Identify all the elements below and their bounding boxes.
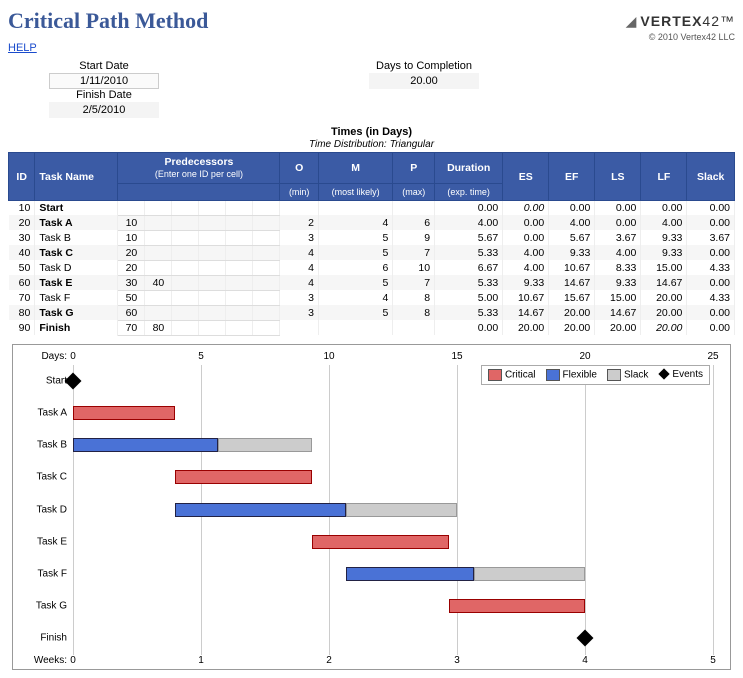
col-task: Task Name [35, 153, 118, 201]
gantt-bar-critical [449, 599, 585, 613]
table-row[interactable]: 60Task E30404575.339.3314.679.3314.670.0… [9, 275, 735, 290]
logo: ◢ VERTEX42™ [626, 13, 735, 30]
axis-days-label: Days: [21, 351, 67, 362]
time-dist-value: Triangular [390, 139, 434, 150]
cpm-table[interactable]: ID Task Name Predecessors(Enter one ID p… [8, 152, 735, 336]
table-row[interactable]: 70Task F503485.0010.6715.6715.0020.004.3… [9, 290, 735, 305]
chart-row-label: Start [21, 375, 67, 386]
event-diamond-icon [577, 630, 594, 647]
col-m: M [318, 153, 392, 184]
col-lf: LF [641, 153, 687, 201]
finish-date-value: 2/5/2010 [49, 102, 159, 118]
col-m-sub: (most likely) [318, 184, 392, 201]
page-title: Critical Path Method [8, 8, 208, 34]
help-link[interactable]: HELP [8, 42, 37, 54]
gantt-bar-slack [218, 438, 312, 452]
chart-row-label: Task G [21, 601, 67, 612]
table-row[interactable]: 50Task D2046106.674.0010.678.3315.004.33 [9, 260, 735, 275]
col-ef: EF [549, 153, 595, 201]
chart-row-label: Task E [21, 536, 67, 547]
event-diamond-icon [65, 372, 82, 389]
chart-row-label: Task F [21, 568, 67, 579]
table-row[interactable]: 40Task C204575.334.009.334.009.330.00 [9, 245, 735, 260]
gantt-bar-critical [312, 535, 449, 549]
gantt-bar-slack [346, 503, 457, 517]
times-title: Times (in Days) [331, 126, 412, 138]
chart-row-label: Task C [21, 472, 67, 483]
gantt-bar-slack [474, 567, 585, 581]
col-o: O [280, 153, 319, 184]
col-ls: LS [595, 153, 641, 201]
chart-row-label: Task B [21, 440, 67, 451]
time-dist-label: Time Distribution: [309, 139, 387, 150]
gantt-chart: Days: 0510152025 StartTask ATask BTask C… [12, 344, 731, 670]
chart-row-label: Finish [21, 633, 67, 644]
logo-text: VERTEX42™ [640, 13, 735, 29]
table-row[interactable]: 30Task B103595.670.005.673.679.333.67 [9, 230, 735, 245]
axis-weeks-label: Weeks: [21, 655, 67, 666]
finish-date-label: Finish Date [76, 89, 132, 101]
legend: Critical Flexible Slack Events [481, 365, 710, 385]
logo-icon: ◢ [626, 13, 637, 30]
gantt-bar-flexible [73, 438, 218, 452]
col-dur: Duration [435, 153, 503, 184]
table-row[interactable]: 80Task G603585.3314.6720.0014.6720.000.0… [9, 305, 735, 320]
col-es: ES [503, 153, 549, 201]
col-id: ID [9, 153, 35, 201]
gantt-bar-critical [73, 406, 175, 420]
table-row[interactable]: 90Finish70800.0020.0020.0020.0020.000.00 [9, 320, 735, 335]
days-completion-label: Days to Completion [376, 60, 472, 72]
table-row[interactable]: 20Task A102464.000.004.000.004.000.00 [9, 215, 735, 230]
chart-row-label: Task A [21, 407, 67, 418]
start-date-label: Start Date [79, 60, 129, 72]
start-date-input[interactable]: 1/11/2010 [49, 73, 159, 89]
col-pred: Predecessors(Enter one ID per cell) [118, 153, 280, 184]
col-p-sub: (max) [393, 184, 435, 201]
chart-row-label: Task D [21, 504, 67, 515]
gantt-bar-flexible [175, 503, 346, 517]
gantt-bar-flexible [346, 567, 474, 581]
col-dur-sub: (exp. time) [435, 184, 503, 201]
col-slack: Slack [687, 153, 735, 201]
days-completion-value: 20.00 [369, 73, 479, 89]
gantt-bar-critical [175, 470, 311, 484]
col-p: P [393, 153, 435, 184]
col-o-sub: (min) [280, 184, 319, 201]
table-row[interactable]: 10Start0.000.000.000.000.000.00 [9, 201, 735, 216]
